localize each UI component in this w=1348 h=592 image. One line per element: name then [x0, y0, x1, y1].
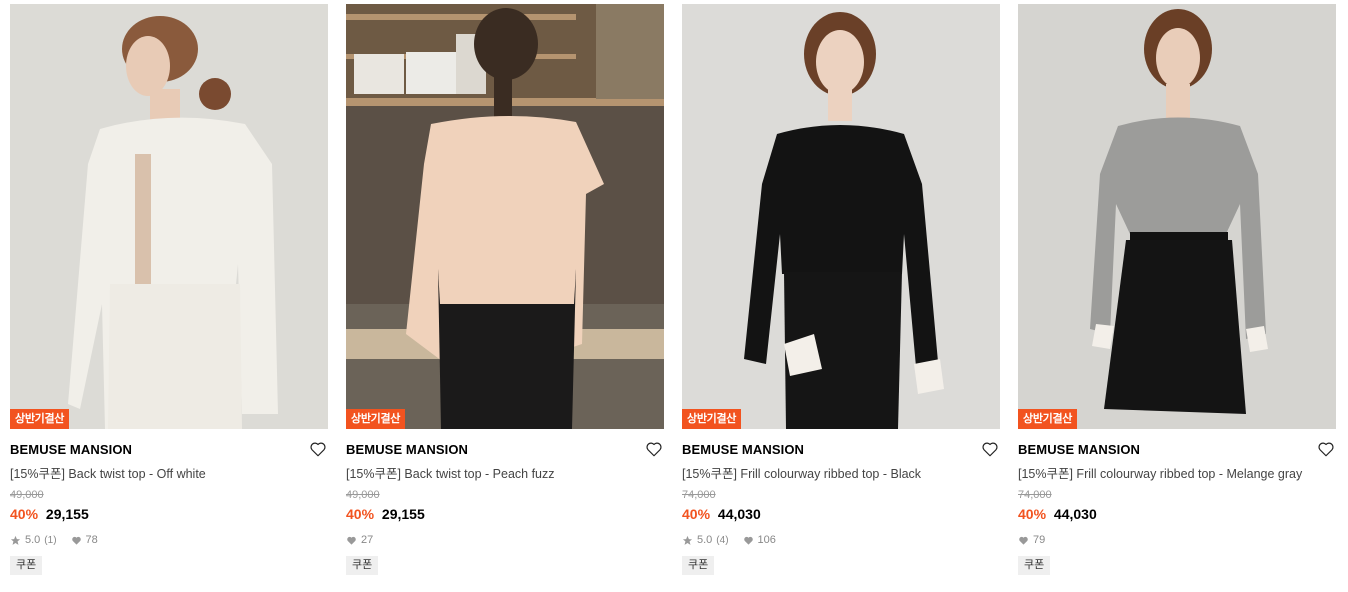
brand-name[interactable]: BEMUSE MANSION [10, 442, 328, 458]
coupon-tag: 쿠폰 [1018, 556, 1051, 575]
discount-rate: 40% [346, 506, 375, 522]
price-row: 40% 29,155 [346, 506, 664, 523]
heart-outline-icon[interactable] [1317, 440, 1335, 458]
product-grid: 상반기결산 BEMUSE MANSION [15%쿠폰] Back twist … [10, 4, 1336, 575]
brand-name[interactable]: BEMUSE MANSION [682, 442, 1000, 458]
product-card[interactable]: 상반기결산 BEMUSE MANSION [15%쿠폰] Back twist … [346, 4, 664, 575]
heart-outline-icon[interactable] [309, 440, 327, 458]
like-count: 27 [361, 534, 374, 546]
product-card[interactable]: 상반기결산 BEMUSE MANSION [15%쿠폰] Frill colou… [1018, 4, 1336, 575]
price-row: 40% 44,030 [1018, 506, 1336, 523]
sale-badge: 상반기결산 [682, 409, 742, 429]
product-photo-peach-fuzz [346, 4, 664, 429]
product-card[interactable]: 상반기결산 BEMUSE MANSION [15%쿠폰] Back twist … [10, 4, 328, 575]
review-count: (4) [716, 534, 729, 546]
product-card[interactable]: 상반기결산 BEMUSE MANSION [15%쿠폰] Frill colou… [682, 4, 1000, 575]
coupon-tag: 쿠폰 [10, 556, 43, 575]
heart-filled-icon [1019, 536, 1028, 545]
product-info: BEMUSE MANSION [15%쿠폰] Frill colourway r… [682, 429, 1000, 575]
product-image[interactable]: 상반기결산 [682, 4, 1000, 429]
sale-badge: 상반기결산 [10, 409, 70, 429]
product-photo-black [682, 4, 1000, 429]
product-name[interactable]: [15%쿠폰] Frill colourway ribbed top - Mel… [1018, 466, 1336, 482]
price-row: 40% 29,155 [10, 506, 328, 523]
original-price: 74,000 [1018, 489, 1052, 501]
heart-outline-icon[interactable] [981, 440, 999, 458]
brand-name[interactable]: BEMUSE MANSION [1018, 442, 1336, 458]
heart-filled-icon [347, 536, 356, 545]
product-image[interactable]: 상반기결산 [1018, 4, 1336, 429]
heart-filled-icon [743, 536, 753, 545]
product-image[interactable]: 상반기결산 [346, 4, 664, 429]
product-meta: 27 [346, 533, 664, 547]
discount-rate: 40% [1018, 506, 1047, 522]
discount-rate: 40% [682, 506, 711, 522]
original-price: 49,000 [10, 489, 44, 501]
brand-name[interactable]: BEMUSE MANSION [346, 442, 664, 458]
sale-price: 29,155 [45, 506, 89, 522]
product-name[interactable]: [15%쿠폰] Back twist top - Off white [10, 466, 328, 482]
heart-filled-icon [71, 536, 81, 545]
price-row: 40% 44,030 [682, 506, 1000, 523]
product-info: BEMUSE MANSION [15%쿠폰] Back twist top - … [10, 429, 328, 575]
star-icon [682, 535, 693, 545]
like-count: 78 [85, 534, 98, 546]
product-meta: 5.0 (4) 106 [682, 533, 1000, 547]
original-price: 74,000 [682, 489, 716, 501]
product-name[interactable]: [15%쿠폰] Frill colourway ribbed top - Bla… [682, 466, 1000, 482]
like-count: 79 [1033, 534, 1046, 546]
rating-value: 5.0 [697, 534, 713, 546]
star-icon [10, 535, 21, 545]
product-info: BEMUSE MANSION [15%쿠폰] Back twist top - … [346, 429, 664, 575]
like-count: 106 [757, 534, 776, 546]
sale-price: 44,030 [717, 506, 761, 522]
product-name[interactable]: [15%쿠폰] Back twist top - Peach fuzz [346, 466, 664, 482]
discount-rate: 40% [10, 506, 39, 522]
coupon-tag: 쿠폰 [346, 556, 379, 575]
product-info: BEMUSE MANSION [15%쿠폰] Frill colourway r… [1018, 429, 1336, 575]
rating-value: 5.0 [25, 534, 41, 546]
sale-badge: 상반기결산 [346, 409, 406, 429]
sale-price: 44,030 [1053, 506, 1097, 522]
product-meta: 79 [1018, 533, 1336, 547]
product-photo-melange-gray [1018, 4, 1336, 429]
coupon-tag: 쿠폰 [682, 556, 715, 575]
product-meta: 5.0 (1) 78 [10, 533, 328, 547]
product-photo-off-white [10, 4, 328, 429]
sale-price: 29,155 [381, 506, 425, 522]
product-image[interactable]: 상반기결산 [10, 4, 328, 429]
original-price: 49,000 [346, 489, 380, 501]
sale-badge: 상반기결산 [1018, 409, 1078, 429]
heart-outline-icon[interactable] [645, 440, 663, 458]
review-count: (1) [44, 534, 57, 546]
